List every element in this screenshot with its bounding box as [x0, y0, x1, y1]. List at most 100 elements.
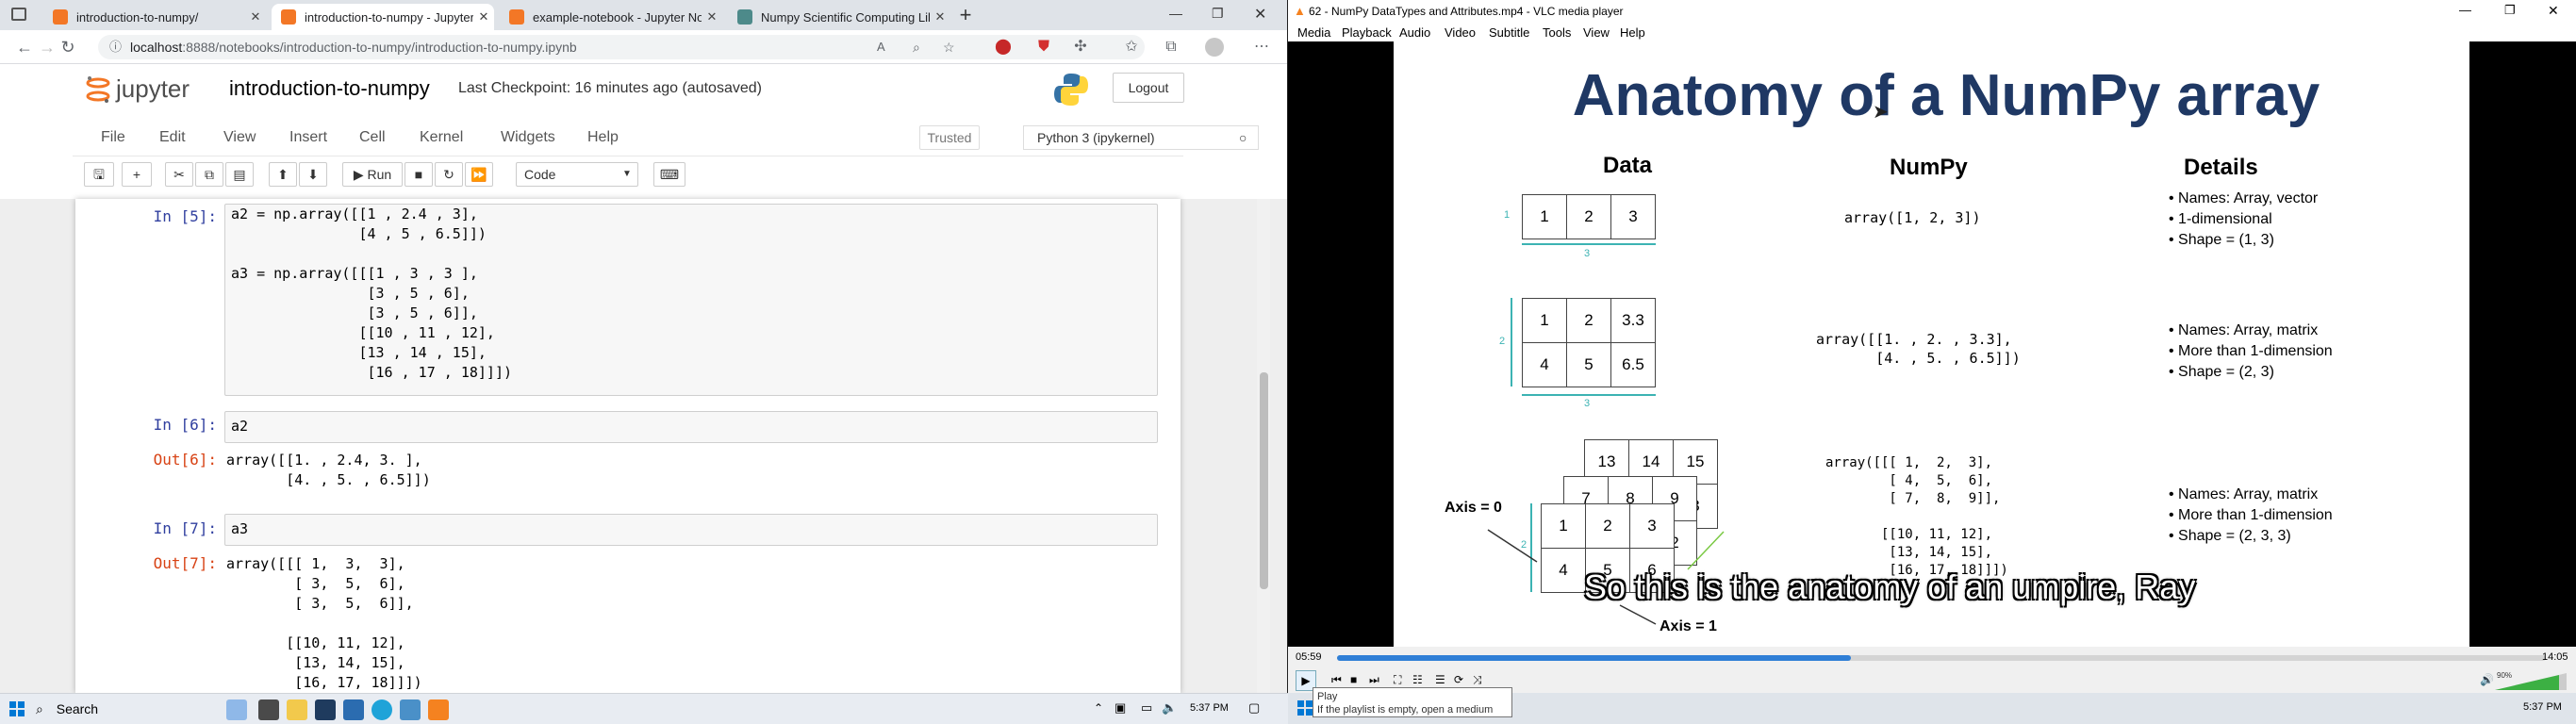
- new-tab-button[interactable]: +: [954, 4, 977, 26]
- tray-chevron-up-icon[interactable]: ⌃: [1094, 701, 1103, 715]
- menu-view[interactable]: View: [223, 129, 256, 146]
- store-icon[interactable]: [400, 699, 421, 720]
- tab-example-notebook[interactable]: example-notebook - Jupyter Note ✕: [500, 4, 722, 30]
- cell-type-select[interactable]: Code ▼: [516, 162, 638, 187]
- code-cell-6[interactable]: a2: [224, 411, 1158, 443]
- edge-icon[interactable]: [372, 699, 392, 720]
- tab-introduction-folder[interactable]: introduction-to-numpy/ ✕: [43, 4, 266, 30]
- url-field[interactable]: ⓘ localhost:8888/notebooks/introduction-…: [98, 35, 1145, 59]
- command-palette-icon[interactable]: ⌨: [653, 162, 685, 187]
- menu-widgets[interactable]: Widgets: [501, 129, 555, 146]
- move-up-icon[interactable]: ⬆: [269, 162, 297, 187]
- save-icon[interactable]: 🖫: [84, 162, 114, 187]
- close-window-icon[interactable]: ✕: [1254, 5, 1266, 24]
- windows-start-icon[interactable]: [1297, 700, 1313, 716]
- terminal-icon[interactable]: [315, 699, 336, 720]
- stop-icon[interactable]: ■: [1350, 673, 1357, 686]
- close-tab-icon[interactable]: ✕: [245, 9, 266, 25]
- extension-shield-icon[interactable]: ⛊: [1034, 38, 1053, 57]
- maximize-icon[interactable]: ❐: [1212, 6, 1224, 22]
- playlist-icon[interactable]: ☰: [1435, 673, 1445, 686]
- previous-icon[interactable]: ⏮: [1331, 673, 1342, 687]
- forward-icon[interactable]: →: [36, 36, 58, 58]
- restart-icon[interactable]: ↻: [435, 162, 463, 187]
- fullscreen-icon[interactable]: ⛶: [1394, 673, 1401, 687]
- vlc-minimize-icon[interactable]: —: [2459, 3, 2471, 17]
- cut-icon[interactable]: ✂: [165, 162, 193, 187]
- vlc-menu-view[interactable]: View: [1583, 25, 1610, 40]
- tab-actions-icon[interactable]: [11, 8, 26, 21]
- next-icon[interactable]: ⏭: [1369, 673, 1379, 687]
- more-menu-icon[interactable]: ⋯: [1252, 38, 1271, 57]
- tab-numpy-docs[interactable]: Numpy Scientific Computing Lib ✕: [728, 4, 950, 30]
- menu-edit[interactable]: Edit: [159, 129, 186, 146]
- scrollbar-thumb[interactable]: [1260, 372, 1268, 589]
- restart-run-all-icon[interactable]: ⏩: [465, 162, 493, 187]
- profile-avatar[interactable]: [1205, 38, 1224, 57]
- paste-icon[interactable]: ▤: [225, 162, 254, 187]
- info-icon[interactable]: ⓘ: [109, 35, 122, 59]
- vlc-taskbar-icon[interactable]: [428, 699, 449, 720]
- taskbar-clock-secondary[interactable]: 5:37 PM: [2523, 701, 2562, 713]
- menu-kernel[interactable]: Kernel: [420, 129, 463, 146]
- extension-stop-icon[interactable]: ⬤: [994, 38, 1013, 57]
- vlc-menu-video[interactable]: Video: [1445, 25, 1476, 40]
- numpy-code-3d: array([[[ 1, 2, 3], [ 4, 5, 6], [ 7, 8, …: [1825, 455, 2008, 578]
- detail-item: • Names: Array, matrix: [2169, 486, 2319, 502]
- tray-battery-icon[interactable]: ▭: [1141, 700, 1152, 716]
- menu-insert[interactable]: Insert: [289, 129, 327, 146]
- vlc-menu-playback[interactable]: Playback: [1342, 25, 1392, 40]
- close-tab-icon[interactable]: ✕: [473, 9, 494, 25]
- file-explorer-icon[interactable]: [287, 699, 307, 720]
- back-icon[interactable]: ←: [13, 36, 36, 58]
- seek-bar[interactable]: [1337, 655, 2546, 661]
- vlc-menu-audio[interactable]: Audio: [1399, 25, 1430, 40]
- interrupt-icon[interactable]: ■: [405, 162, 433, 187]
- search-highlight-icon[interactable]: [226, 699, 247, 720]
- code-cell-5[interactable]: a2 = np.array([[1 , 2.4 , 3], [4 , 5 , 6…: [224, 204, 1158, 396]
- volume-slider[interactable]: [2495, 673, 2567, 690]
- run-button[interactable]: ▶ Run: [342, 162, 403, 187]
- code-cell-7[interactable]: a3: [224, 514, 1158, 546]
- tray-network-icon[interactable]: ▣: [1115, 700, 1126, 716]
- taskbar-search[interactable]: ⌕ Search: [36, 698, 224, 720]
- minimize-icon[interactable]: —: [1169, 6, 1182, 21]
- collections-icon[interactable]: ⧉: [1162, 38, 1181, 57]
- shuffle-icon[interactable]: ⤨: [1473, 673, 1482, 687]
- vlc-menu-subtitle[interactable]: Subtitle: [1489, 25, 1529, 40]
- tray-volume-icon[interactable]: 🔈: [1162, 700, 1177, 716]
- close-tab-icon[interactable]: ✕: [702, 9, 722, 25]
- vscode-icon[interactable]: [343, 699, 364, 720]
- windows-start-icon[interactable]: [9, 701, 25, 716]
- notifications-icon[interactable]: ▢: [1248, 700, 1260, 716]
- menu-help[interactable]: Help: [587, 129, 619, 146]
- extended-settings-icon[interactable]: ☷: [1412, 673, 1423, 686]
- trusted-indicator[interactable]: Trusted: [919, 125, 980, 150]
- kernel-indicator[interactable]: Python 3 (ipykernel) ○: [1023, 125, 1259, 150]
- menu-file[interactable]: File: [101, 129, 125, 146]
- close-tab-icon[interactable]: ✕: [930, 9, 950, 25]
- jupyter-logo[interactable]: jupyter: [86, 74, 190, 104]
- zoom-icon[interactable]: ⌕: [913, 35, 920, 59]
- volume-icon[interactable]: 🔊: [2480, 673, 2494, 686]
- taskbar-clock[interactable]: 5:37 PM: [1190, 702, 1229, 714]
- notebook-title[interactable]: introduction-to-numpy: [229, 76, 430, 101]
- loop-icon[interactable]: ⟳: [1454, 673, 1463, 686]
- copy-icon[interactable]: ⧉: [195, 162, 223, 187]
- vlc-menu-help[interactable]: Help: [1620, 25, 1645, 40]
- tab-introduction-notebook[interactable]: introduction-to-numpy - Jupyter Not ✕: [272, 4, 494, 30]
- vlc-restore-icon[interactable]: ❐: [2504, 3, 2516, 18]
- vlc-menu-media[interactable]: Media: [1297, 25, 1330, 40]
- favorite-icon[interactable]: ☆: [943, 35, 955, 59]
- read-aloud-icon[interactable]: A: [877, 35, 885, 59]
- logout-button[interactable]: Logout: [1113, 73, 1184, 103]
- favorites-bar-icon[interactable]: ✩: [1122, 38, 1141, 57]
- move-down-icon[interactable]: ⬇: [299, 162, 327, 187]
- insert-cell-icon[interactable]: +: [122, 162, 152, 187]
- vlc-close-icon[interactable]: ✕: [2548, 3, 2559, 19]
- menu-cell[interactable]: Cell: [359, 129, 386, 146]
- vlc-menu-tools[interactable]: Tools: [1543, 25, 1571, 40]
- extension-puzzle-icon[interactable]: ✣: [1071, 38, 1090, 57]
- reload-icon[interactable]: ↻: [57, 36, 79, 58]
- task-view-icon[interactable]: [258, 699, 279, 720]
